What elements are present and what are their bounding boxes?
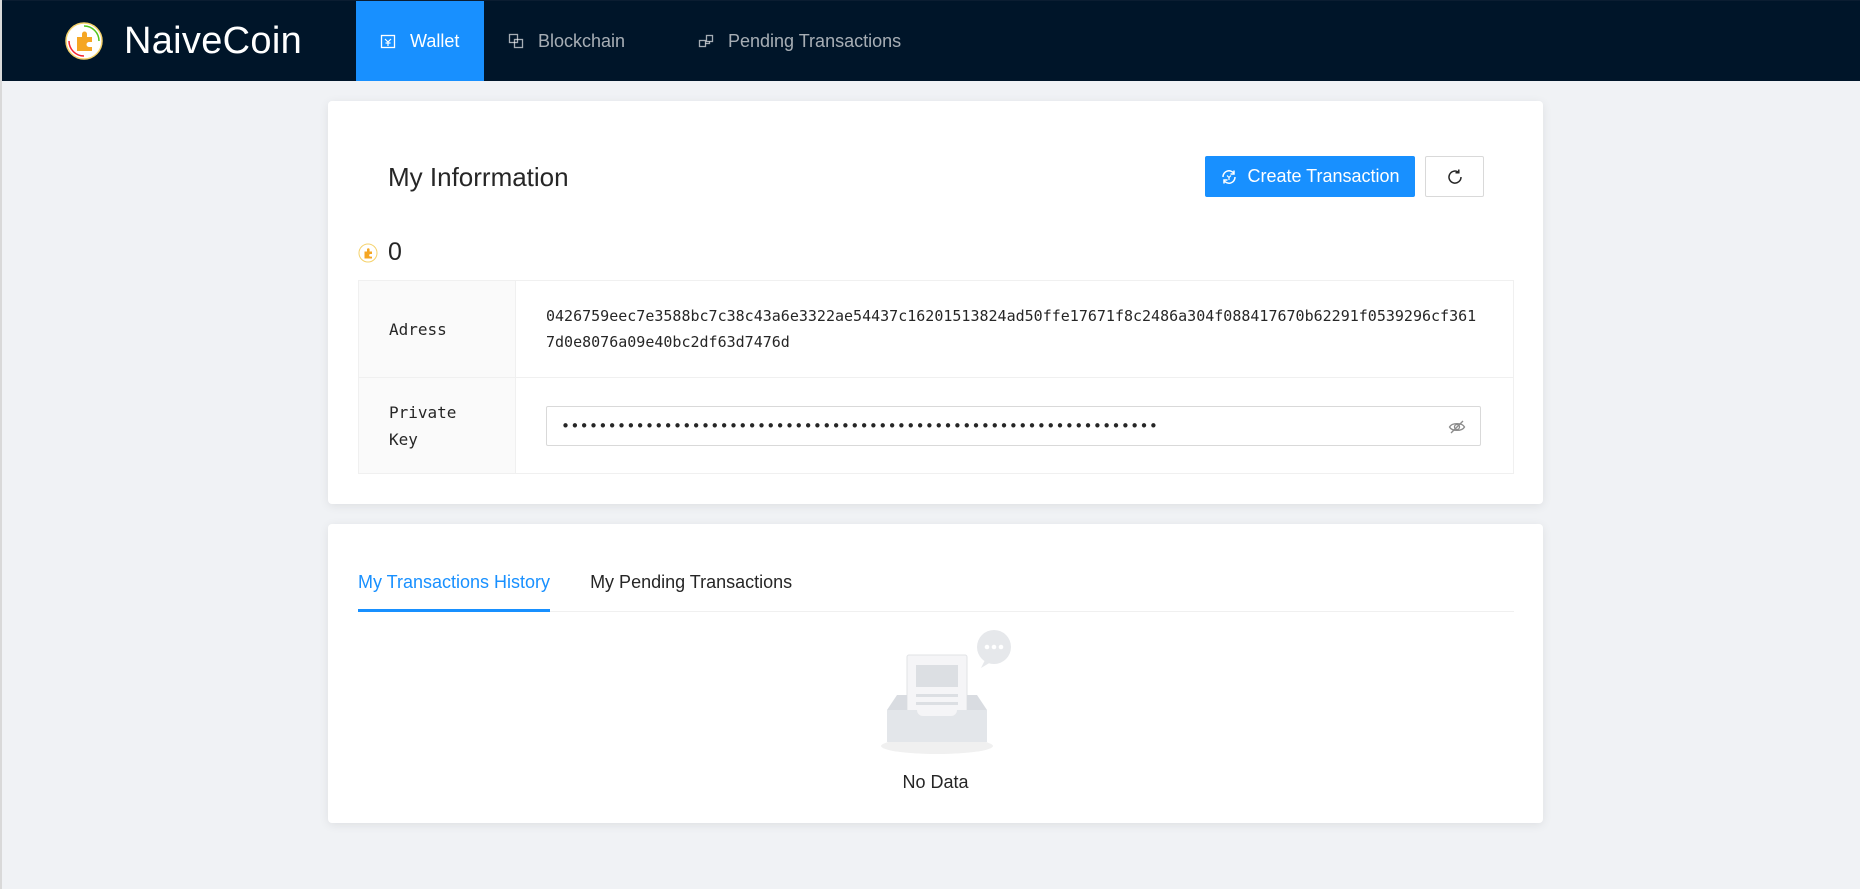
eye-invisible-icon[interactable] [1448,418,1466,436]
transaction-icon [1222,169,1237,184]
nav-blockchain-label: Blockchain [538,30,626,51]
balance: 0 [358,238,402,267]
wallet-details-table: Adress 0426759eec7e3588bc7c38c43a6e3322a… [358,280,1514,474]
nav-wallet-label: Wallet [410,30,460,51]
create-transaction-label: Create Transaction [1247,166,1400,186]
address-label: Adress [359,281,516,377]
private-key-input[interactable]: ••••••••••••••••••••••••••••••••••••••••… [546,405,1481,446]
main-nav: Wallet Blockchain Pending Transactions [356,1,921,81]
naivecoin-logo-icon [65,22,103,60]
my-information-card: My Inforrmation Create Transaction 0 Adr… [328,101,1543,504]
private-key-row: Private Key ••••••••••••••••••••••••••••… [359,378,1513,473]
empty-state: No Data [328,630,1543,793]
pending-icon [698,34,714,48]
page-title: My Inforrmation [388,162,569,192]
nav-wallet[interactable]: Wallet [356,1,484,81]
private-key-masked: ••••••••••••••••••••••••••••••••••••••••… [561,416,1159,435]
blockchain-icon [508,33,524,49]
nav-pending-label: Pending Transactions [728,30,902,51]
brand[interactable]: NaiveCoin [2,1,356,81]
address-row: Adress 0426759eec7e3588bc7c38c43a6e3322a… [359,281,1513,378]
nav-pending-transactions[interactable]: Pending Transactions [674,1,921,81]
address-value[interactable]: 0426759eec7e3588bc7c38c43a6e3322ae54437c… [516,281,1513,377]
app-root: NaiveCoin Wallet Blockchain Pending Tran… [0,0,1860,889]
transactions-tabs: My Transactions History My Pending Trans… [358,524,1514,612]
top-navbar: NaiveCoin Wallet Blockchain Pending Tran… [2,0,1860,81]
coin-icon [358,243,378,262]
nav-blockchain[interactable]: Blockchain [484,1,674,81]
transactions-card: My Transactions History My Pending Trans… [328,524,1543,823]
tab-pending-transactions[interactable]: My Pending Transactions [590,572,792,611]
balance-value: 0 [388,238,402,266]
private-key-label: Private Key [359,378,516,473]
wallet-icon [380,34,396,49]
tab-transactions-history[interactable]: My Transactions History [358,572,551,612]
empty-inbox-icon [880,630,1011,754]
refresh-button[interactable] [1425,156,1484,197]
create-transaction-button[interactable]: Create Transaction [1205,156,1415,197]
private-key-cell: ••••••••••••••••••••••••••••••••••••••••… [516,378,1513,473]
empty-text: No Data [902,772,969,792]
brand-name: NaiveCoin [124,19,303,62]
refresh-icon [1447,169,1462,184]
